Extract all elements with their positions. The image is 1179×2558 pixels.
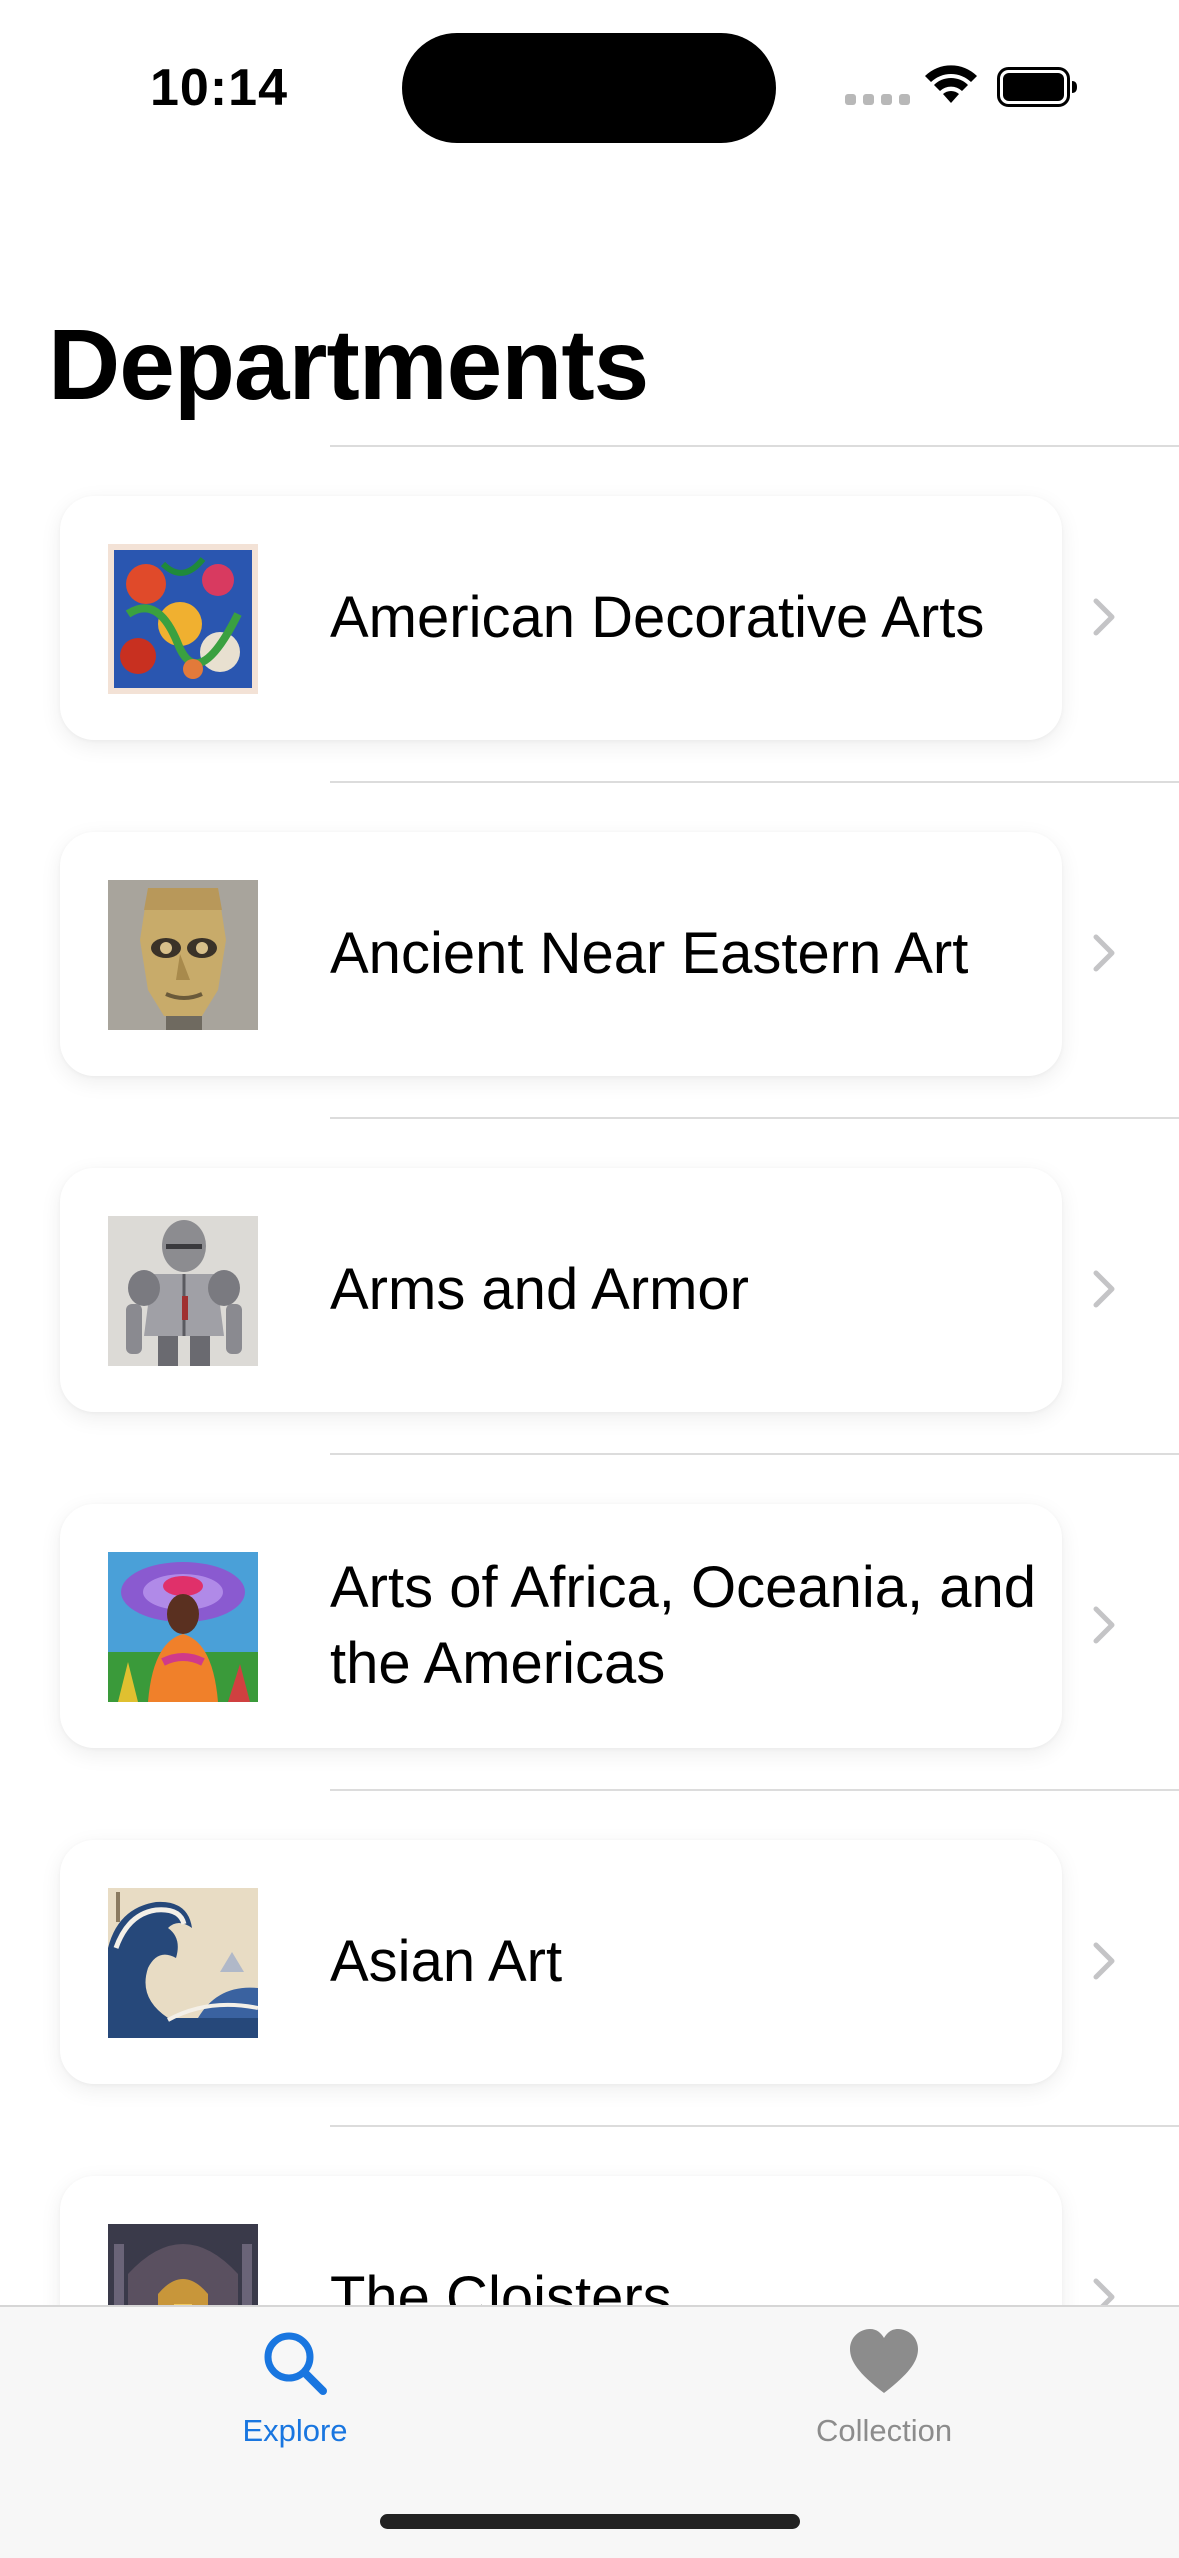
status-bar: 10:14 (0, 0, 1179, 170)
department-label: American Decorative Arts (330, 585, 985, 650)
tab-explore[interactable]: Explore (135, 2327, 455, 2487)
tab-explore-label: Explore (242, 2413, 348, 2448)
cellular-signal-icon (845, 94, 910, 105)
chevron-right-icon (1093, 1942, 1115, 1980)
chevron-right-icon (1093, 934, 1115, 972)
chevron-right-icon (1093, 598, 1115, 636)
chevron-right-icon (1093, 1606, 1115, 1644)
department-row-arms-and-armor[interactable]: Arms and Armor (0, 1119, 1179, 1455)
department-row-arts-of-africa-oceania-and-the-americas[interactable]: Arts of Africa, Oceania, and the America… (0, 1455, 1179, 1791)
heart-icon (850, 2329, 918, 2393)
department-card[interactable]: Asian Art (60, 1840, 1062, 2084)
department-label: Arms and Armor (330, 1257, 749, 1322)
chevron-right-icon (1093, 1270, 1115, 1308)
home-indicator[interactable] (380, 2514, 800, 2529)
department-card[interactable]: Ancient Near Eastern Art (60, 832, 1062, 1076)
wifi-icon (925, 65, 977, 103)
page-title: Departments (48, 309, 649, 421)
magnifier-icon (264, 2332, 327, 2395)
colorful-portrait-image (108, 1552, 258, 1702)
metal-mask-image (108, 880, 258, 1030)
dynamic-island (402, 33, 776, 143)
tab-collection-label: Collection (815, 2413, 953, 2448)
department-card[interactable]: Arms and Armor (60, 1168, 1062, 1412)
department-label: Arts of Africa, Oceania, and the America… (330, 1555, 1037, 1696)
floral-tapestry-image (108, 544, 258, 694)
tab-collection[interactable]: Collection (724, 2327, 1044, 2487)
great-wave-image (108, 1888, 258, 2038)
suit-of-armor-image (108, 1216, 258, 1366)
battery-icon (997, 67, 1077, 107)
department-card[interactable]: American Decorative Arts (60, 496, 1062, 740)
department-row-ancient-near-eastern-art[interactable]: Ancient Near Eastern Art (0, 783, 1179, 1119)
department-row-asian-art[interactable]: Asian Art (0, 1791, 1179, 2127)
status-time: 10:14 (150, 59, 288, 117)
department-card[interactable]: Arts of Africa, Oceania, and the America… (60, 1504, 1062, 1748)
department-label: Ancient Near Eastern Art (330, 921, 969, 986)
department-row-american-decorative-arts[interactable]: American Decorative Arts (0, 447, 1179, 783)
department-label: Asian Art (330, 1929, 563, 1994)
